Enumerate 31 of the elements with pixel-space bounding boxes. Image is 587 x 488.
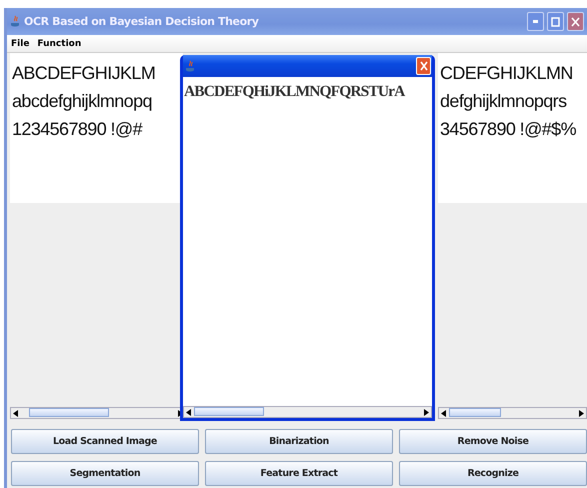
action-button[interactable]: Recognize [399,461,587,486]
close-button[interactable] [567,12,584,31]
app-icon [185,60,196,72]
scroll-left-icon[interactable] [186,408,192,416]
maximize-button[interactable] [547,12,564,31]
action-button[interactable]: Load Scanned Image [11,429,199,454]
action-button[interactable]: Segmentation [11,461,199,486]
image-text: defghijklmnopqrs [439,90,566,113]
menu-item[interactable]: File [11,38,30,48]
action-button[interactable]: Remove Noise [399,429,587,454]
menu-item[interactable]: Function [37,38,82,48]
horizontal-scrollbar[interactable] [10,407,183,419]
image-text: ABCDEFGHIJKLM [11,62,156,85]
app-icon [10,15,21,28]
close-icon [571,16,580,26]
close-icon [420,61,428,71]
horizontal-scrollbar[interactable] [438,407,587,419]
image-text: 34567890 !@#$% [439,118,576,141]
minimize-button[interactable] [527,12,544,31]
horizontal-scrollbar[interactable] [183,406,432,418]
recognized-text: ABCDEFQHiJKLMNQFQRSTUrA [183,82,406,102]
image-text: 1234567890 !@# [11,118,142,141]
minimize-icon [533,20,538,23]
scroll-left-icon[interactable] [441,410,447,416]
image-text: abcdefghijklmnopq [11,90,152,113]
action-button[interactable]: Feature Extract [205,461,393,486]
image-text: CDEFGHIJKLMN [439,62,573,85]
maximize-icon [551,16,560,26]
window-title: OCR Based on Bayesian Decision Theory [24,15,260,28]
action-button[interactable]: Binarization [205,429,393,454]
scroll-left-icon[interactable] [13,410,19,416]
